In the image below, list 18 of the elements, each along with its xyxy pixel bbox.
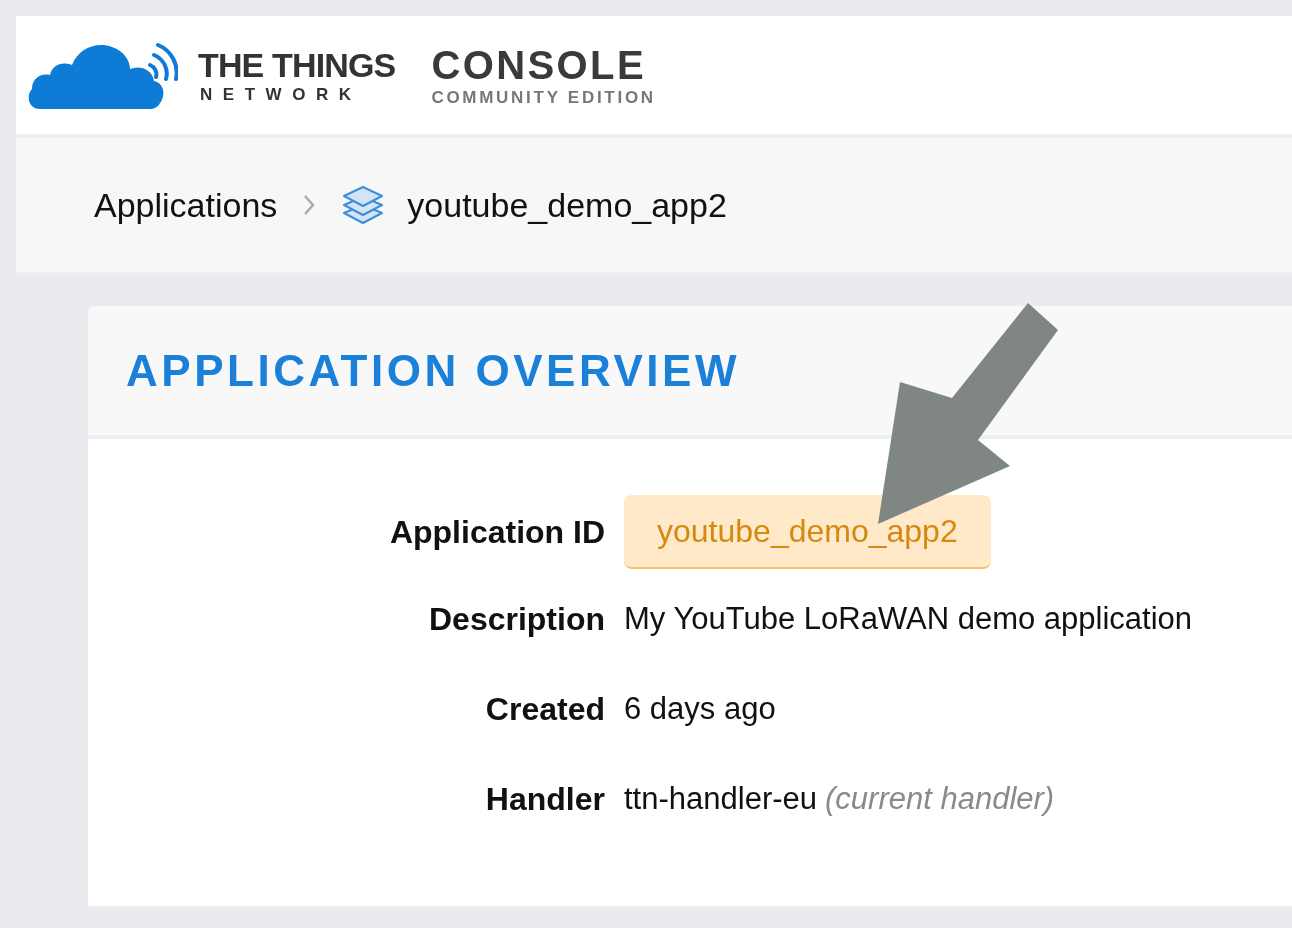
breadcrumb-current: youtube_demo_app2 bbox=[407, 184, 727, 226]
card-title: APPLICATION OVERVIEW bbox=[126, 344, 740, 397]
field-label: Handler bbox=[485, 780, 605, 819]
field-value: ttn-handler-eu bbox=[624, 779, 817, 818]
field-label: Created bbox=[485, 690, 605, 729]
breadcrumb-link[interactable]: Applications bbox=[94, 179, 278, 231]
chevron-right-icon bbox=[303, 194, 316, 216]
layers-icon bbox=[341, 183, 386, 227]
field-value: My YouTube LoRaWAN demo application bbox=[624, 599, 1193, 638]
edition-label: COMMUNITY EDITION bbox=[431, 88, 656, 106]
field-note: (current handler) bbox=[825, 779, 1055, 818]
product-name: CONSOLE bbox=[431, 44, 647, 85]
field-label: Description bbox=[428, 600, 605, 639]
logo-text: THE THINGS bbox=[198, 47, 396, 82]
id-badge: youtube_demo_app2 bbox=[624, 495, 991, 569]
field-label: Application ID bbox=[389, 513, 605, 552]
field-value: 6 days ago bbox=[624, 689, 776, 728]
logo-subtext: NETWORK bbox=[200, 85, 363, 103]
